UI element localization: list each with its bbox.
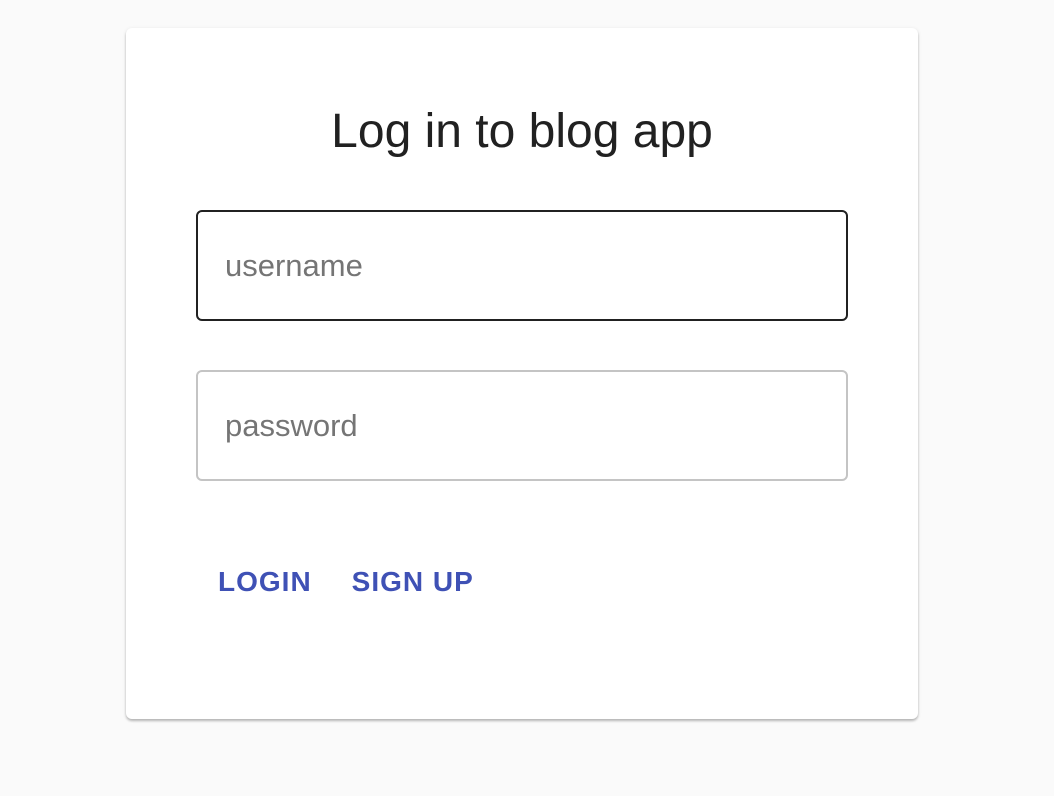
- form-actions: LOGIN SIGN UP: [196, 558, 494, 606]
- sign-up-button[interactable]: SIGN UP: [332, 558, 494, 606]
- password-input[interactable]: [198, 372, 846, 479]
- password-field-container[interactable]: [196, 370, 848, 481]
- page-title: Log in to blog app: [331, 105, 713, 158]
- username-input[interactable]: [198, 212, 846, 319]
- login-button[interactable]: LOGIN: [196, 558, 332, 606]
- login-card: Log in to blog app LOGIN SIGN UP: [126, 28, 918, 719]
- username-field-container[interactable]: [196, 210, 848, 321]
